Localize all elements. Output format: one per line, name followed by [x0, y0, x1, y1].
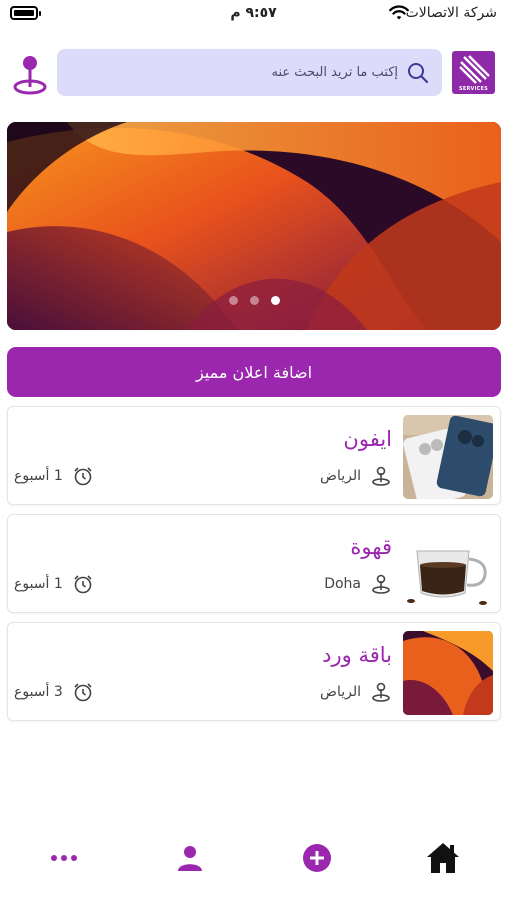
- coffee-cup-photo-icon: [403, 523, 493, 607]
- alarm-clock-icon: [74, 575, 92, 594]
- listing-thumbnail: [403, 415, 493, 499]
- listing-location: الرياض: [320, 465, 392, 487]
- listing-card[interactable]: قهوة Doha 1 أسبوع: [7, 514, 501, 613]
- location-pin-icon: [372, 466, 390, 486]
- listing-city: Doha: [324, 576, 361, 592]
- listing-city: الرياض: [320, 684, 361, 700]
- nav-more[interactable]: [42, 838, 86, 878]
- listing-card[interactable]: باقة ورد الرياض 3 أسبوع: [7, 622, 501, 721]
- listing-location: الرياض: [320, 681, 392, 703]
- listing-city: الرياض: [320, 468, 361, 484]
- listing-time: 3 أسبوع: [14, 681, 94, 703]
- bottom-nav: [0, 822, 507, 900]
- add-featured-ad-button[interactable]: اضافة اعلان مميز: [7, 347, 501, 397]
- location-button[interactable]: [10, 52, 50, 96]
- iphone-photo-icon: [403, 415, 493, 499]
- location-pin-icon: [372, 682, 390, 702]
- alarm-clock-icon: [74, 683, 92, 702]
- add-icon: [303, 844, 331, 872]
- listing-thumbnail: [403, 523, 493, 607]
- home-icon: [427, 843, 459, 873]
- listing-title: ايفون: [343, 427, 392, 451]
- logo-text: SERVICES: [459, 86, 488, 92]
- search-input[interactable]: [57, 65, 398, 80]
- banner-pagination: [7, 296, 501, 305]
- listing-time: 1 أسبوع: [14, 573, 94, 595]
- listing-time: 1 أسبوع: [14, 465, 94, 487]
- listing-thumbnail: [403, 631, 493, 715]
- listing-card[interactable]: ايفون الرياض 1 أسبوع: [7, 406, 501, 505]
- nav-add[interactable]: [295, 838, 339, 878]
- carrier-name: شركة الاتصالات: [405, 5, 497, 21]
- banner-dot[interactable]: [249, 296, 259, 305]
- listing-age: 1 أسبوع: [14, 576, 63, 592]
- listings: ايفون الرياض 1 أسبوع قهوة Doha 1 أسبوع ب…: [7, 406, 501, 730]
- location-pin-icon: [372, 574, 390, 594]
- listing-location: Doha: [324, 573, 392, 595]
- listing-title: قهوة: [350, 535, 392, 559]
- alarm-clock-icon: [74, 467, 92, 486]
- listing-title: باقة ورد: [322, 643, 392, 667]
- abstract-orange-photo-icon: [403, 631, 493, 715]
- app-logo: SERVICES: [452, 51, 495, 94]
- promo-banner[interactable]: [7, 122, 501, 330]
- nav-profile[interactable]: [168, 838, 212, 878]
- listing-age: 3 أسبوع: [14, 684, 63, 700]
- profile-icon: [178, 846, 202, 871]
- search-bar[interactable]: [57, 49, 442, 96]
- banner-dot-active[interactable]: [270, 296, 280, 305]
- more-icon: [51, 855, 77, 861]
- status-bar: ٩:٥٧ م شركة الاتصالات: [0, 0, 507, 30]
- listing-age: 1 أسبوع: [14, 468, 63, 484]
- header: SERVICES: [0, 46, 507, 102]
- banner-dot[interactable]: [228, 296, 238, 305]
- map-pin-icon: [13, 56, 47, 95]
- search-icon[interactable]: [406, 61, 430, 85]
- nav-home[interactable]: [421, 838, 465, 878]
